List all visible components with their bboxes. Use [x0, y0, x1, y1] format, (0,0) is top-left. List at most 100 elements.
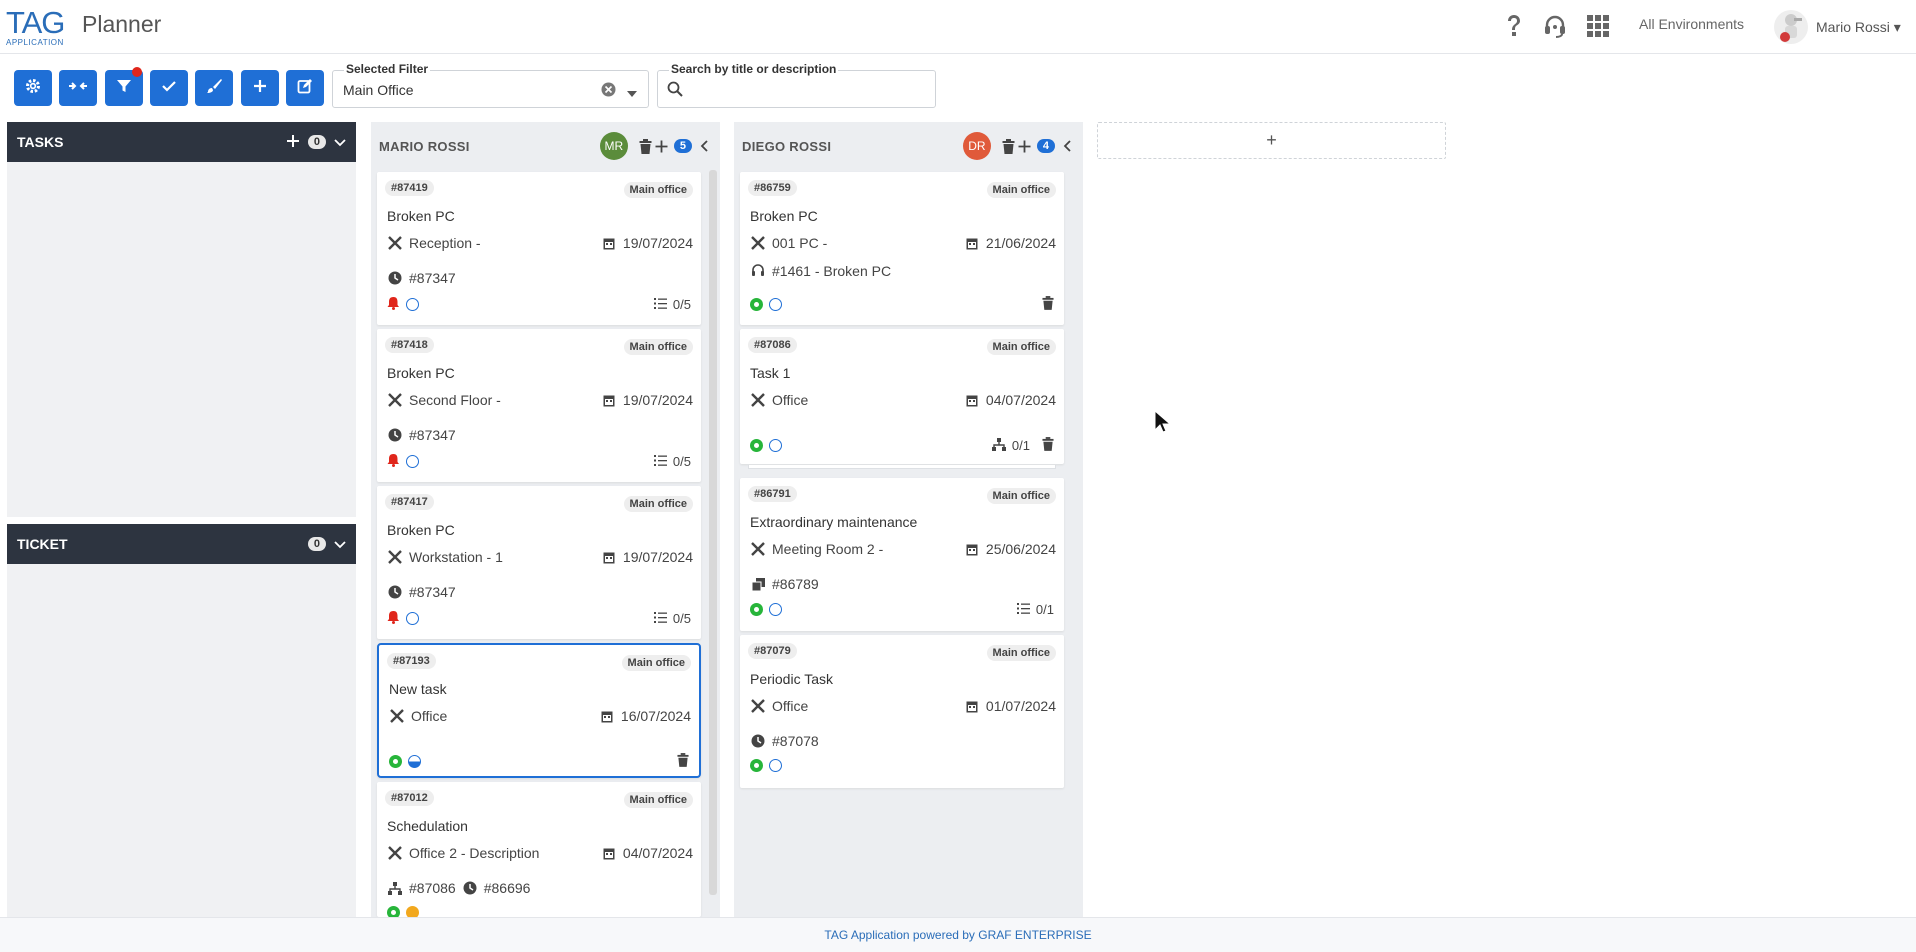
- card-reference-text: #86789: [772, 576, 819, 592]
- task-card[interactable]: #87086 Main office Task 1 Office 04/07/2…: [740, 329, 1064, 464]
- card-location-text: Meeting Room 2 -: [772, 541, 884, 557]
- plus-icon[interactable]: [1017, 138, 1033, 154]
- card-reference-text: #87086: [409, 880, 456, 896]
- task-card[interactable]: #87419 Main office Broken PC Reception -…: [377, 172, 701, 325]
- chevron-down-icon[interactable]: [626, 85, 638, 103]
- task-card[interactable]: #87417 Main office Broken PC Workstation…: [377, 486, 701, 639]
- task-card[interactable]: #86791 Main office Extraordinary mainten…: [740, 478, 1064, 631]
- avatar[interactable]: MR: [599, 132, 628, 160]
- clock-icon: [462, 880, 478, 896]
- card-footer: [750, 296, 1054, 313]
- task-card-selected[interactable]: #87193 Main office New task Office 16/07…: [377, 643, 701, 778]
- brush-button[interactable]: [195, 70, 233, 106]
- avatar[interactable]: DR: [962, 132, 991, 160]
- card-location-text: Office: [411, 708, 448, 724]
- plus-icon[interactable]: [654, 138, 670, 154]
- app-logo[interactable]: TAG APPLICATION: [6, 5, 66, 47]
- chevron-down-icon[interactable]: [334, 134, 346, 150]
- card-date: 16/07/2024: [599, 708, 691, 724]
- card-date: 19/07/2024: [601, 235, 693, 251]
- card-footer: [387, 906, 691, 917]
- support-headset-icon[interactable]: [1541, 12, 1569, 40]
- chevron-left-icon[interactable]: [696, 138, 712, 154]
- chevron-down-icon[interactable]: [334, 536, 346, 552]
- tools-icon: [387, 235, 403, 251]
- clock-icon: [387, 584, 403, 600]
- environment-selector[interactable]: All Environments: [1639, 16, 1744, 32]
- tasks-panel: TASKS 0: [7, 122, 356, 517]
- tools-icon: [389, 708, 405, 724]
- headset-icon: [750, 263, 766, 279]
- footer-text[interactable]: TAG Application powered by GRAF ENTERPRI…: [824, 928, 1091, 942]
- card-reference: #87078: [750, 733, 819, 749]
- card-footer: 0/5: [387, 453, 691, 470]
- task-card[interactable]: #87418 Main office Broken PC Second Floo…: [377, 329, 701, 482]
- card-title: Periodic Task: [750, 671, 834, 687]
- check-button[interactable]: [150, 70, 188, 106]
- add-button[interactable]: [241, 70, 279, 106]
- card-reference-text: #87347: [409, 270, 456, 286]
- status-active-icon: [750, 298, 763, 311]
- filter-label: Selected Filter: [344, 62, 431, 76]
- card-title: Broken PC: [750, 208, 818, 224]
- trash-icon[interactable]: [677, 753, 689, 770]
- tools-icon: [387, 392, 403, 408]
- help-icon[interactable]: [1500, 12, 1528, 40]
- edit-button[interactable]: [286, 70, 324, 106]
- bell-icon: [387, 610, 400, 627]
- status-active-icon: [750, 603, 763, 616]
- card-date: 04/07/2024: [601, 845, 693, 861]
- card-id-badge: #86759: [748, 180, 797, 196]
- page-title: Planner: [82, 11, 162, 37]
- card-location-text: Office: [772, 698, 809, 714]
- card-progress: 0/5: [672, 611, 691, 626]
- clear-icon[interactable]: [601, 82, 616, 102]
- trash-icon[interactable]: [1001, 138, 1017, 154]
- apps-grid-icon[interactable]: [1584, 12, 1612, 40]
- merge-button[interactable]: [59, 70, 97, 106]
- task-card[interactable]: #86759 Main office Broken PC 001 PC - 21…: [740, 172, 1064, 325]
- card-date: 21/06/2024: [964, 235, 1056, 251]
- trash-icon[interactable]: [1042, 437, 1054, 454]
- card-location: Office 2 - Description: [387, 845, 539, 861]
- tools-icon: [387, 549, 403, 565]
- tools-icon: [387, 845, 403, 861]
- card-date: 04/07/2024: [964, 392, 1056, 408]
- settings-button[interactable]: [14, 70, 52, 106]
- card-id-badge: #87079: [748, 643, 797, 659]
- filter-button[interactable]: [105, 67, 143, 106]
- column-scrollbar[interactable]: [709, 170, 717, 895]
- filter-select-value: Main Office: [343, 82, 414, 98]
- progress-half-icon: [408, 755, 421, 768]
- status-active-icon: [750, 439, 763, 452]
- card-footer: 0/1: [750, 602, 1054, 617]
- search-icon: [667, 81, 683, 102]
- chevron-left-icon[interactable]: [1059, 138, 1075, 154]
- card-title: Broken PC: [387, 208, 455, 224]
- card-location-text: Workstation - 1: [409, 549, 503, 565]
- trash-icon[interactable]: [638, 138, 654, 154]
- card-office-badge: Main office: [621, 655, 691, 671]
- card-title: Broken PC: [387, 365, 455, 381]
- status-circle-icon: [406, 612, 419, 625]
- clock-icon: [387, 270, 403, 286]
- card-reference: #87347: [387, 584, 456, 600]
- card-date: 25/06/2024: [964, 541, 1056, 557]
- add-column-button[interactable]: +: [1097, 122, 1446, 159]
- status-circle-icon: [769, 759, 782, 772]
- search-label: Search by title or description: [669, 62, 839, 76]
- tools-icon: [750, 541, 766, 557]
- app-header: TAG APPLICATION Planner All Environments…: [0, 0, 1916, 54]
- calendar-icon: [964, 235, 980, 251]
- card-location-text: Office 2 - Description: [409, 845, 540, 861]
- trash-icon[interactable]: [1042, 296, 1054, 313]
- logo-text: TAG: [6, 5, 65, 40]
- plus-icon[interactable]: [286, 134, 300, 151]
- task-card[interactable]: #87012 Main office Schedulation Office 2…: [377, 782, 701, 917]
- clock-icon: [387, 427, 403, 443]
- tools-icon: [750, 392, 766, 408]
- card-office-badge: Main office: [986, 182, 1056, 198]
- task-card[interactable]: #87079 Main office Periodic Task Office …: [740, 635, 1064, 788]
- status-circle-icon: [769, 603, 782, 616]
- user-menu[interactable]: Mario Rossi ▾: [1774, 10, 1901, 44]
